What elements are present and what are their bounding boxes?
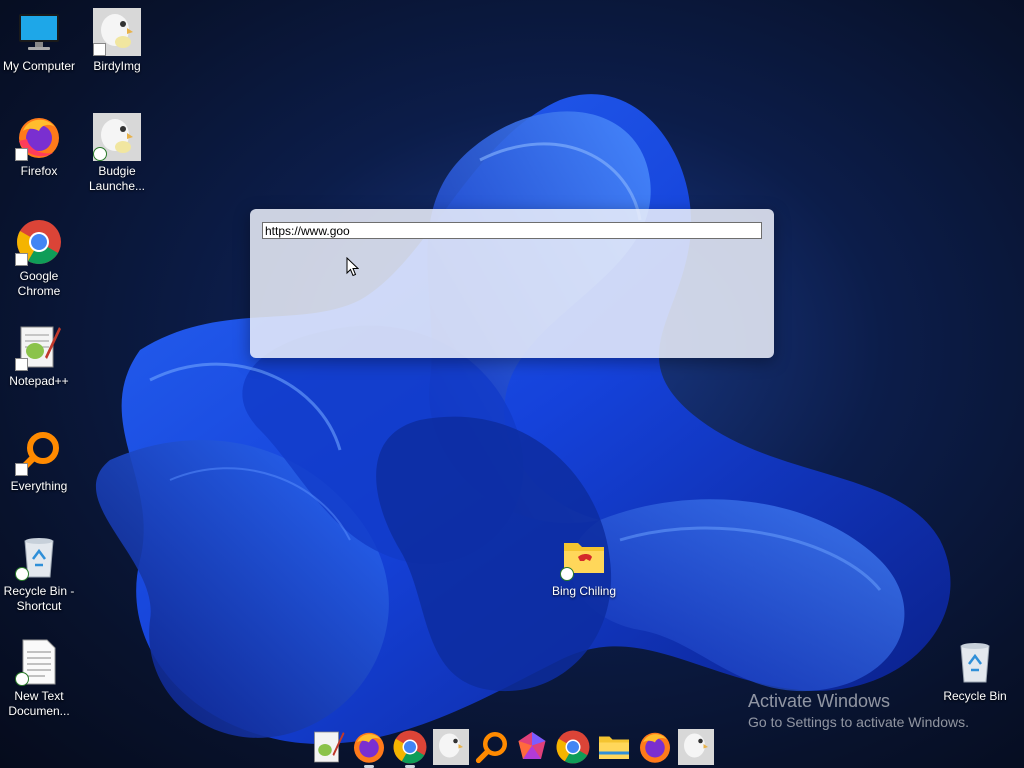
- url-launcher-dialog: [250, 209, 774, 358]
- notepadpp-icon: [314, 731, 345, 763]
- desktop-icon-label: Firefox: [20, 164, 58, 178]
- chrome-icon: [556, 730, 590, 764]
- shortcut-arrow-icon: [15, 148, 28, 161]
- desktop-icon-label: Bing Chiling: [551, 584, 617, 598]
- shortcut-arrow-icon: [93, 43, 106, 56]
- budgie-image-icon: [432, 729, 469, 765]
- desktop-icon-birdyimg[interactable]: BirdyImg: [78, 8, 156, 74]
- desktop-icon-notepadpp[interactable]: Notepad++: [0, 323, 78, 389]
- taskbar-item-firefox[interactable]: [351, 729, 387, 768]
- computer-icon: [19, 14, 59, 50]
- chrome-icon: [393, 730, 427, 764]
- mouse-cursor-icon: [346, 257, 359, 277]
- shortcut-arrow-icon: [15, 253, 28, 266]
- taskbar-item-chrome[interactable]: [392, 729, 428, 768]
- sync-check-icon: [15, 672, 29, 686]
- desktop-icon-label: New Text Documen...: [8, 689, 70, 718]
- sync-check-icon: [15, 567, 29, 581]
- gem-icon: [518, 732, 546, 759]
- desktop-icon-budgie-launcher[interactable]: Budgie Launche...: [78, 113, 156, 194]
- desktop-icon-label: BirdyImg: [93, 59, 141, 73]
- desktop-icon-label: Recycle Bin - Shortcut: [3, 584, 75, 613]
- sync-check-icon: [560, 567, 574, 581]
- taskbar-item-file-explorer[interactable]: [596, 729, 632, 765]
- recycle-bin-icon: [960, 643, 990, 683]
- budgie-image-icon: [677, 729, 714, 765]
- desktop-icon-everything[interactable]: Everything: [0, 428, 78, 494]
- taskbar-item-budgie[interactable]: [432, 729, 469, 765]
- url-input[interactable]: [262, 222, 762, 239]
- taskbar-item-gem-app[interactable]: [514, 729, 550, 765]
- desktop-icon-my-computer[interactable]: My Computer: [0, 8, 78, 74]
- desktop-icon-label: My Computer: [2, 59, 76, 73]
- sync-check-icon: [93, 147, 107, 161]
- taskbar-item-chrome-2[interactable]: [555, 729, 591, 765]
- desktop-icon-recycle-bin-shortcut[interactable]: Recycle Bin - Shortcut: [0, 533, 78, 614]
- desktop-icon-label: Everything: [10, 479, 68, 493]
- desktop-icon-label: Budgie Launche...: [88, 164, 146, 193]
- activate-windows-watermark: Activate Windows Go to Settings to activ…: [748, 690, 969, 732]
- desktop-icon-google-chrome[interactable]: Google Chrome: [0, 218, 78, 299]
- activate-windows-title: Activate Windows: [748, 691, 891, 711]
- taskbar: [310, 726, 714, 768]
- firefox-icon: [640, 732, 670, 763]
- activate-windows-subtitle: Go to Settings to activate Windows.: [748, 714, 969, 730]
- taskbar-item-notepadpp[interactable]: [310, 729, 346, 765]
- taskbar-item-firefox-2[interactable]: [637, 729, 673, 765]
- folder-icon: [599, 736, 630, 759]
- firefox-icon: [353, 732, 384, 763]
- shortcut-arrow-icon: [15, 358, 28, 371]
- desktop-icon-new-text-document[interactable]: New Text Documen...: [0, 638, 78, 719]
- magnifier-icon: [475, 732, 507, 764]
- shortcut-arrow-icon: [15, 463, 28, 476]
- desktop-icon-firefox[interactable]: Firefox: [0, 113, 78, 179]
- desktop-icon-label: Google Chrome: [17, 269, 61, 298]
- desktop-icon-label: Notepad++: [9, 374, 69, 388]
- desktop-icon-bing-chiling[interactable]: Bing Chiling: [545, 533, 623, 599]
- taskbar-item-everything[interactable]: [474, 729, 510, 765]
- taskbar-item-budgie-2[interactable]: [677, 729, 714, 765]
